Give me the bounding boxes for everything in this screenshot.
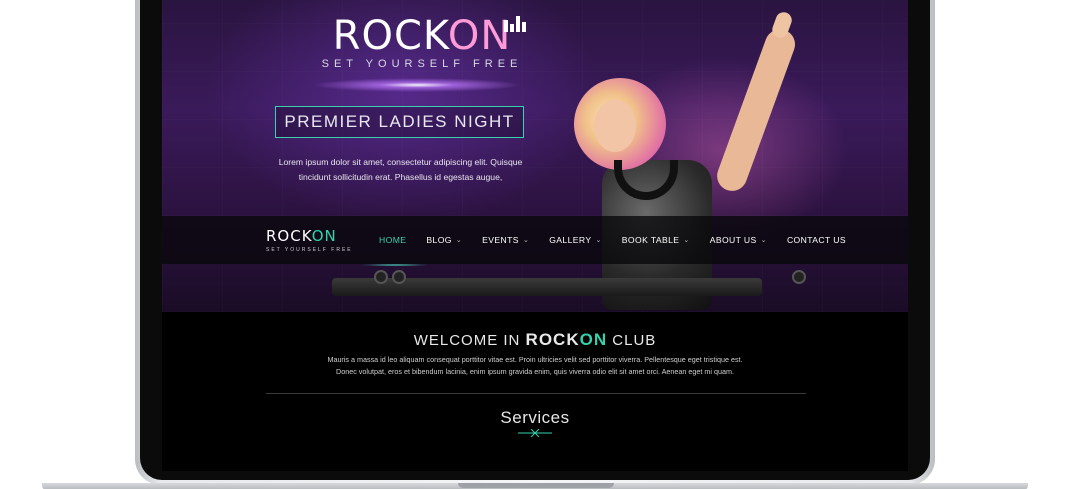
hero-description: Lorem ipsum dolor sit amet, consectetur … (278, 155, 523, 185)
nav-item-label: EVENTS (482, 235, 519, 245)
hero-tagline: SET YOURSELF FREE (321, 58, 523, 70)
turntable-knob-icon (374, 270, 388, 284)
turntable-knob-icon (792, 270, 806, 284)
nav-item-label: BOOK TABLE (621, 235, 680, 245)
services-heading: Services (500, 408, 570, 427)
chevron-down-icon: ⌄ (455, 237, 463, 244)
nav-item-contact-us[interactable]: CONTACT US (787, 235, 846, 245)
nav-item-events[interactable]: EVENTS ⌄ (482, 235, 529, 245)
page: ROCKON SET YOURSELF FREE PREMIER LADIES … (0, 0, 1070, 489)
welcome-heading: WELCOME IN ROCKON CLUB (162, 330, 908, 350)
hero-logo-part2: ON (447, 13, 512, 59)
nav-item-book-table[interactable]: BOOK TABLE ⌄ (622, 235, 690, 245)
welcome-text-line1: Mauris a massa id leo aliquam consequat … (327, 355, 743, 364)
hero-event-ribbon: PREMIER LADIES NIGHT (275, 106, 524, 138)
hero-description-line1: Lorem ipsum dolor sit amet, consectetur … (278, 157, 523, 167)
nav-item-about-us[interactable]: ABOUT US ⌄ (710, 235, 767, 245)
hero-description-line2: tincidunt sollicitudin erat. Phasellus i… (298, 172, 503, 182)
nav-item-label: CONTACT US (786, 235, 847, 245)
nav-active-glow (362, 264, 428, 266)
nav-menu: HOME BLOG ⌄ EVENTS ⌄ GALLERY ⌄ BOOK TABL… (379, 216, 866, 264)
welcome-text: Mauris a massa id leo aliquam consequat … (302, 354, 768, 378)
chevron-down-icon: ⌄ (595, 237, 602, 244)
chevron-down-icon: ⌄ (522, 237, 530, 244)
hero-light-glow (312, 78, 522, 92)
nav-item-label: BLOG (426, 235, 452, 245)
welcome-prefix: WELCOME IN (413, 332, 521, 349)
hero-banner: ROCKON SET YOURSELF FREE PREMIER LADIES … (162, 0, 908, 312)
turntable-knob-icon (392, 270, 406, 284)
hero-event-title: PREMIER LADIES NIGHT (284, 112, 515, 131)
nav-item-label: HOME (379, 235, 407, 245)
dj-raised-arm (712, 25, 800, 196)
welcome-brand-part1: ROCK (525, 330, 580, 349)
welcome-suffix: CLUB (612, 332, 657, 349)
navbar-logo[interactable]: ROCKON SET YOURSELF FREE (266, 228, 353, 253)
main-navbar: ROCKON SET YOURSELF FREE HOME BLOG ⌄ EVE… (162, 216, 908, 264)
laptop-notch (458, 483, 614, 488)
nav-item-label: ABOUT US (709, 235, 757, 245)
dj-face (594, 100, 636, 152)
chevron-down-icon: ⌄ (683, 237, 690, 244)
hero-dj-image (332, 10, 908, 312)
navbar-logo-wordmark: ROCKON (266, 228, 353, 244)
equalizer-icon (504, 12, 526, 32)
welcome-text-line2: Donec volutpat, eros et bibendum lacinia… (336, 367, 734, 376)
navbar-logo-part2: ON (311, 227, 337, 245)
navbar-tagline: SET YOURSELF FREE (266, 247, 353, 253)
welcome-brand-part2: ON (579, 330, 608, 349)
section-divider (266, 393, 806, 394)
nav-item-label: GALLERY (549, 235, 592, 245)
nav-item-gallery[interactable]: GALLERY ⌄ (549, 235, 602, 245)
nav-item-home[interactable]: HOME (379, 235, 406, 245)
nav-item-blog[interactable]: BLOG ⌄ (426, 235, 462, 245)
crossed-lines-icon (518, 429, 552, 437)
welcome-section: WELCOME IN ROCKON CLUB Mauris a massa id… (162, 312, 908, 471)
chevron-down-icon: ⌄ (760, 237, 767, 244)
website-screen: ROCKON SET YOURSELF FREE PREMIER LADIES … (162, 0, 908, 471)
hero-logo-part1: ROCK (332, 13, 448, 59)
navbar-logo-part1: ROCK (266, 227, 312, 245)
